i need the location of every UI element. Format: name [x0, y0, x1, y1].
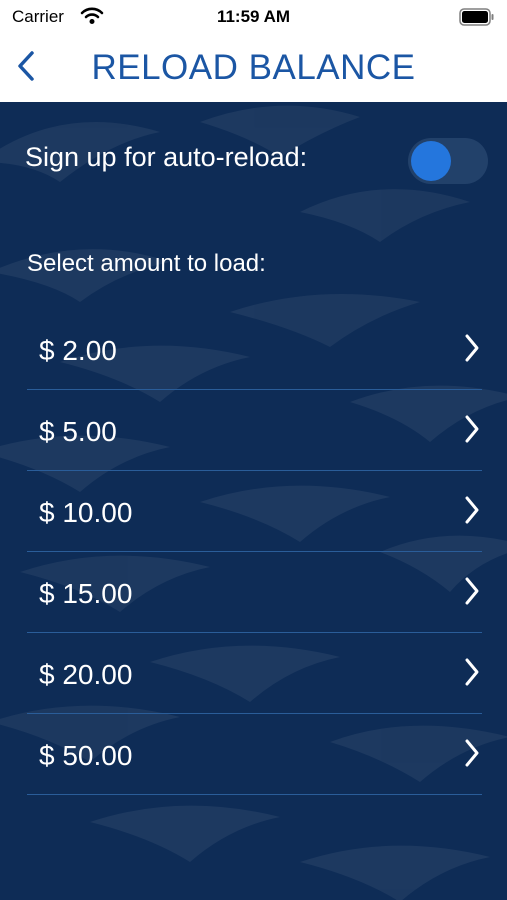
- amount-list: $ 2.00 $ 5.00 $ 10.00 $ 15.00 $ 20.00 $ …: [27, 309, 482, 795]
- amount-option-20[interactable]: $ 20.00: [27, 633, 482, 714]
- amount-label: $ 50.00: [39, 740, 133, 771]
- chevron-right-icon: [465, 496, 479, 524]
- amount-option-15[interactable]: $ 15.00: [27, 552, 482, 633]
- chevron-right-icon: [465, 415, 479, 443]
- toggle-knob: [411, 141, 451, 181]
- amount-label: $ 10.00: [39, 497, 133, 528]
- amount-label: $ 15.00: [39, 578, 133, 609]
- amount-label: $ 5.00: [39, 416, 117, 447]
- screen: Carrier 11:59 AM RELOAD BALANCE Sign up …: [0, 0, 507, 900]
- amount-option-2[interactable]: $ 2.00: [27, 309, 482, 390]
- chevron-right-icon: [465, 577, 479, 605]
- auto-reload-row: Sign up for auto-reload:: [0, 130, 507, 190]
- select-amount-label: Select amount to load:: [27, 250, 266, 277]
- battery-icon: [459, 8, 495, 31]
- nav-bar: RELOAD BALANCE: [0, 34, 507, 102]
- chevron-right-icon: [465, 334, 479, 362]
- auto-reload-label: Sign up for auto-reload:: [25, 142, 308, 172]
- clock: 11:59 AM: [216, 7, 291, 26]
- amount-option-10[interactable]: $ 10.00: [27, 471, 482, 552]
- amount-label: $ 2.00: [39, 335, 117, 366]
- amount-option-5[interactable]: $ 5.00: [27, 390, 482, 471]
- page-title: RELOAD BALANCE: [91, 48, 416, 87]
- amount-label: $ 20.00: [39, 659, 133, 690]
- content-area: Sign up for auto-reload: Select amount t…: [0, 102, 507, 900]
- amount-option-50[interactable]: $ 50.00: [27, 714, 482, 795]
- auto-reload-toggle[interactable]: [408, 138, 488, 184]
- chevron-right-icon: [465, 739, 479, 767]
- status-bar: Carrier 11:59 AM: [0, 0, 507, 34]
- chevron-right-icon: [465, 658, 479, 686]
